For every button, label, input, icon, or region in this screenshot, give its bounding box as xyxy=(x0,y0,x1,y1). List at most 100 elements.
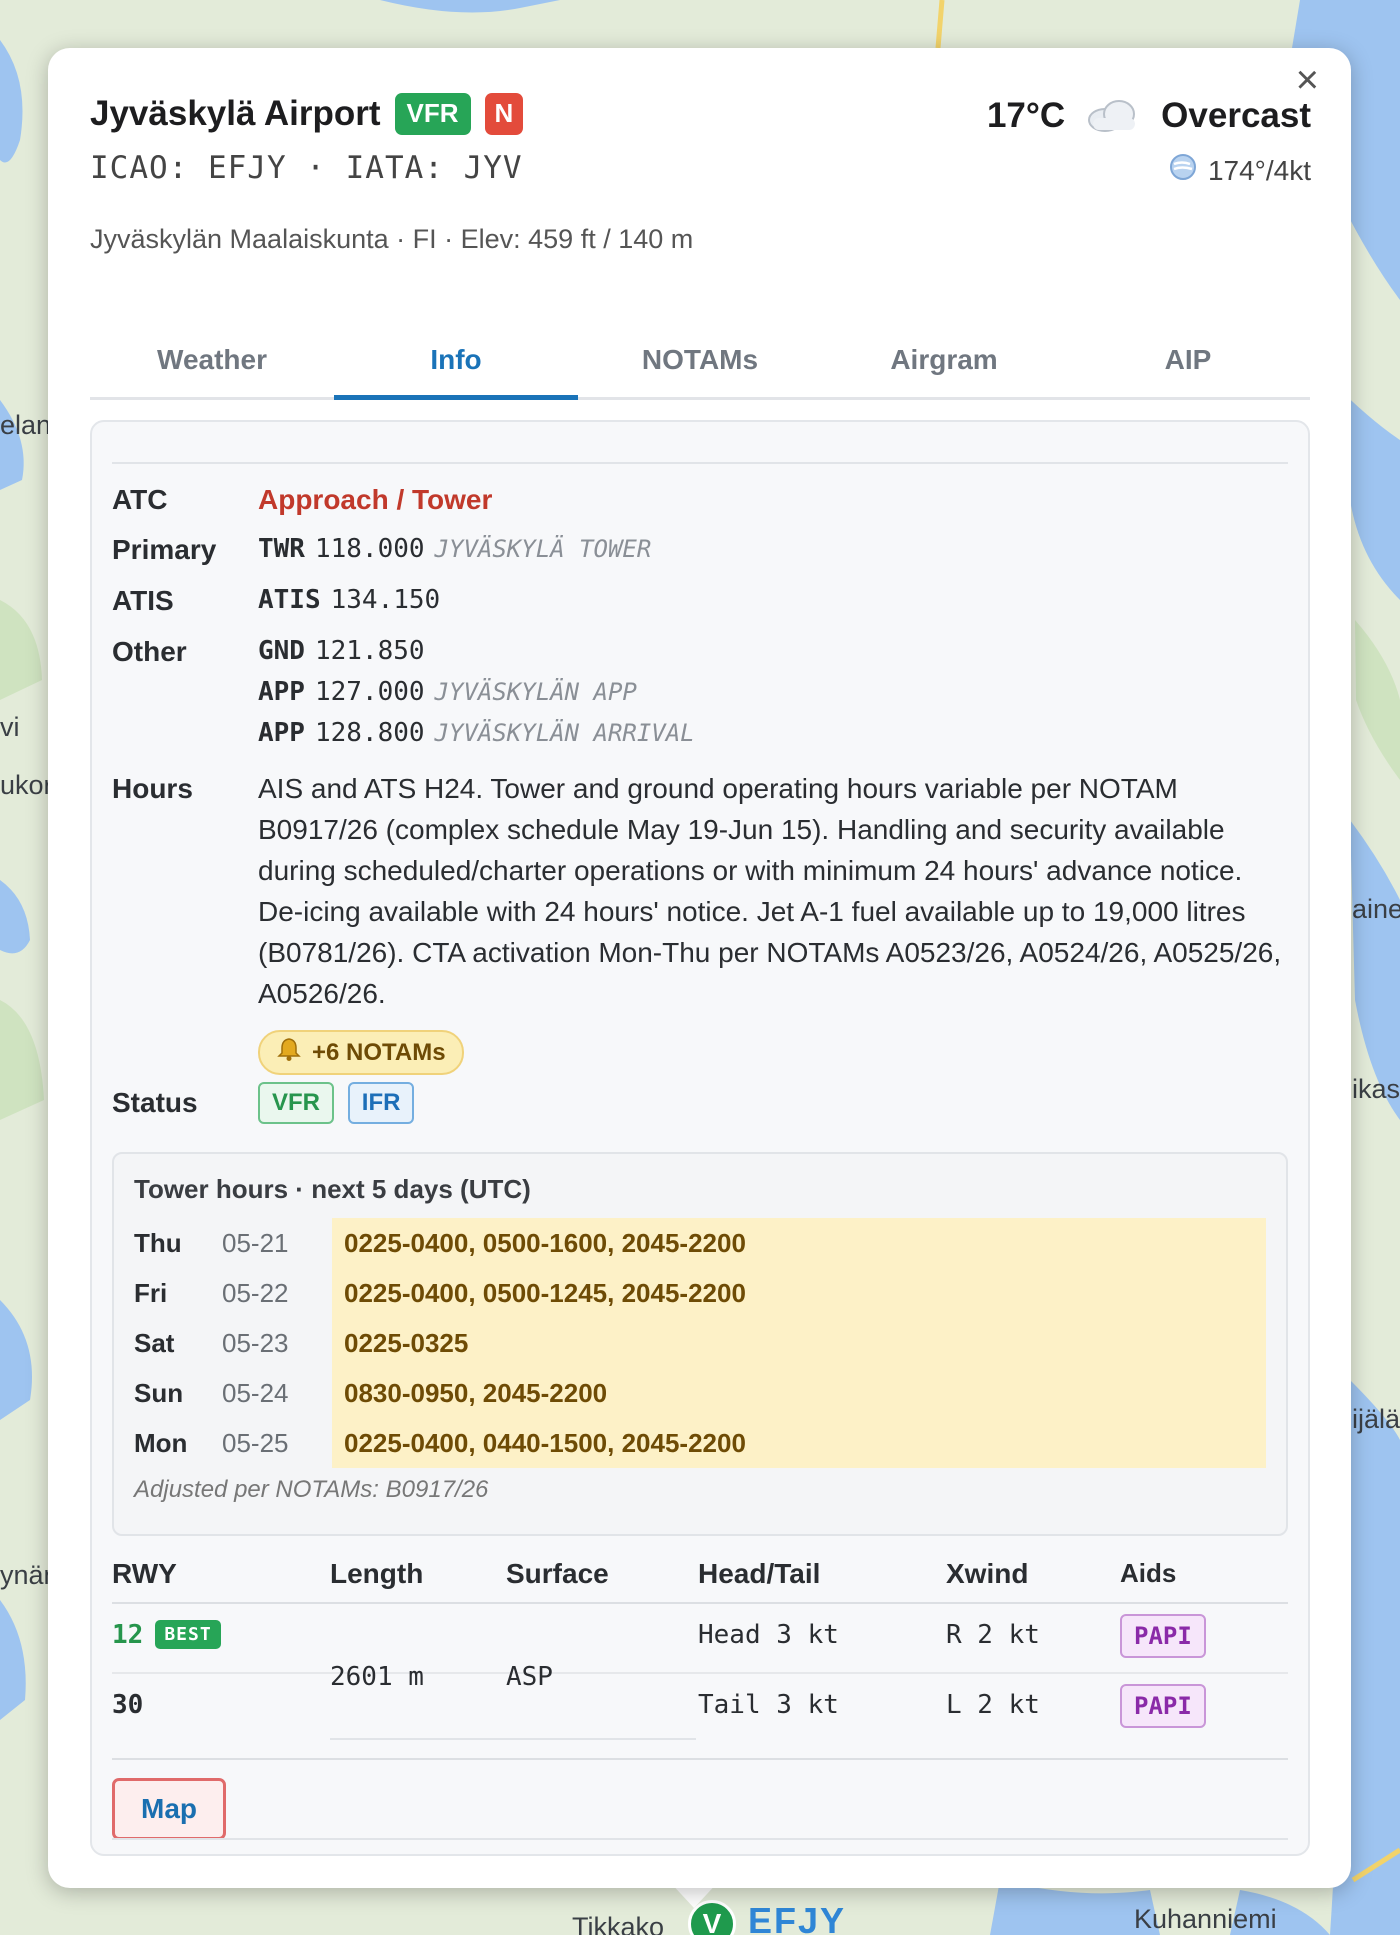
freq-name: JYVÄSKYLÄN APP xyxy=(434,678,637,706)
wind-icon xyxy=(1168,152,1198,189)
day-name: Thu xyxy=(134,1227,182,1258)
atc-value: Approach / Tower xyxy=(258,484,493,515)
day-date: 05-21 xyxy=(222,1227,289,1258)
tab-info[interactable]: Info xyxy=(334,328,578,400)
freq-name: JYVÄSKYLÄN ARRIVAL xyxy=(434,719,695,747)
primary-label: Primary xyxy=(112,534,217,565)
headtail-value: Head 3 kt xyxy=(698,1620,839,1650)
day-date: 05-23 xyxy=(222,1327,289,1358)
tab-aip[interactable]: AIP xyxy=(1066,328,1310,397)
col-xwind: Xwind xyxy=(946,1558,1029,1589)
day-name: Sat xyxy=(134,1327,175,1358)
divider xyxy=(112,1838,1288,1840)
map-place-label: Kuhanniemi xyxy=(1134,1904,1277,1934)
day-name: Mon xyxy=(134,1427,188,1458)
freq-value: 118.000 xyxy=(314,534,425,564)
day-date: 05-24 xyxy=(222,1377,289,1408)
day-date: 05-25 xyxy=(222,1427,289,1458)
day-hours: 0225-0400, 0500-1600, 2045-2200 xyxy=(332,1218,1266,1268)
info-panel[interactable]: ATC Approach / Tower Primary TWR 118.000… xyxy=(90,420,1310,1856)
status-badge-ifr: IFR xyxy=(347,1082,415,1124)
freq-type: ATIS xyxy=(258,585,321,615)
runway-table: RWY Length Surface Head/Tail Xwind Aids … xyxy=(112,1546,1288,1760)
tower-hours-box: Tower hours · next 5 days (UTC) Thu 05-2… xyxy=(112,1152,1288,1536)
col-surface: Surface xyxy=(506,1558,609,1589)
temperature: 17°C xyxy=(986,96,1066,135)
aids-badge: PAPI xyxy=(1120,1684,1206,1728)
frequency-line: APP 128.800 JYVÄSKYLÄN ARRIVAL xyxy=(258,718,1288,759)
frequency-line: ATIS 134.150 xyxy=(258,585,1288,626)
day-hours: 0225-0400, 0440-1500, 2045-2200 xyxy=(332,1418,1266,1468)
runway-number: 12 BEST xyxy=(112,1620,221,1650)
aids-badge: PAPI xyxy=(1120,1614,1206,1658)
col-headtail: Head/Tail xyxy=(698,1558,821,1589)
freq-value: 134.150 xyxy=(330,585,441,615)
airport-location: Jyväskylän Maalaiskunta · FI · Elev: 459… xyxy=(90,224,694,254)
runway-table-header: RWY Length Surface Head/Tail Xwind Aids xyxy=(112,1546,1288,1604)
bell-icon xyxy=(276,1036,302,1069)
map-place-label: ijälä xyxy=(1352,1404,1400,1434)
day-date: 05-22 xyxy=(222,1277,289,1308)
map-place-label: aine xyxy=(1352,894,1400,924)
hours-row: Hours AIS and ATS H24. Tower and ground … xyxy=(112,768,1288,1075)
day-name: Sun xyxy=(134,1377,184,1408)
atis-row: ATIS ATIS 134.150 xyxy=(112,585,1288,626)
freq-value: 128.800 xyxy=(314,718,425,748)
col-length: Length xyxy=(330,1558,424,1589)
freq-type: APP xyxy=(258,677,305,707)
table-row: 12 BEST Head 3 kt R 2 kt PAPI xyxy=(112,1604,1288,1674)
divider xyxy=(112,1758,1288,1760)
atc-label: ATC xyxy=(112,484,168,515)
day-name: Fri xyxy=(134,1277,168,1308)
wind-value: 174°/4kt xyxy=(1207,154,1311,186)
other-label: Other xyxy=(112,636,187,667)
day-hours: 0225-0400, 0500-1245, 2045-2200 xyxy=(332,1268,1266,1318)
freq-name: JYVÄSKYLÄ TOWER xyxy=(434,535,652,563)
map-button[interactable]: Map xyxy=(112,1778,226,1840)
frequency-line: TWR 118.000 JYVÄSKYLÄ TOWER xyxy=(258,534,1288,575)
popup-tabs: Weather Info NOTAMs Airgram AIP xyxy=(90,328,1310,400)
map-place-label: elan xyxy=(0,410,52,440)
xwind-value: L 2 kt xyxy=(946,1690,1040,1720)
xwind-value: R 2 kt xyxy=(946,1620,1040,1650)
airport-map-code[interactable]: EFJY xyxy=(748,1900,846,1935)
hours-text: AIS and ATS H24. Tower and ground operat… xyxy=(258,773,1282,1009)
freq-value: 121.850 xyxy=(314,636,425,666)
map-place-label: vi xyxy=(0,712,20,742)
headtail-value: Tail 3 kt xyxy=(698,1690,839,1720)
notam-badge[interactable]: N xyxy=(484,93,524,135)
tower-hours-note: Adjusted per NOTAMs: B0917/26 xyxy=(134,1476,489,1503)
best-badge: BEST xyxy=(155,1620,221,1649)
divider xyxy=(112,462,1288,464)
notams-chip[interactable]: +6 NOTAMs xyxy=(258,1030,464,1075)
tab-weather[interactable]: Weather xyxy=(90,328,334,397)
status-label: Status xyxy=(112,1087,198,1118)
tab-notams[interactable]: NOTAMs xyxy=(578,328,822,397)
table-row: 30 Tail 3 kt L 2 kt PAPI xyxy=(112,1674,1288,1744)
runway-length: 2601 m xyxy=(330,1662,424,1692)
divider xyxy=(330,1738,696,1740)
weather-summary: 17°C Overcast 174°/4kt xyxy=(987,90,1311,189)
tower-day-row: Sun 05-24 0830-0950, 2045-2200 xyxy=(134,1368,1266,1418)
other-row: Other GND 121.850 APP 127.000 JYVÄSKYLÄN… xyxy=(112,636,1288,759)
runway-surface: ASP xyxy=(506,1662,553,1692)
status-badge-vfr: VFR xyxy=(258,1082,334,1124)
tab-airgram[interactable]: Airgram xyxy=(822,328,1066,397)
col-aids: Aids xyxy=(1120,1558,1177,1588)
day-hours: 0225-0325 xyxy=(332,1318,1266,1368)
tower-day-row: Fri 05-22 0225-0400, 0500-1245, 2045-220… xyxy=(134,1268,1266,1318)
tower-day-row: Sat 05-23 0225-0325 xyxy=(134,1318,1266,1368)
atc-row: ATC Approach / Tower xyxy=(112,484,1288,516)
notams-chip-label: +6 NOTAMs xyxy=(312,1038,446,1066)
day-hours: 0830-0950, 2045-2200 xyxy=(332,1368,1266,1418)
frequency-line: GND 121.850 xyxy=(258,636,1288,677)
tower-day-row: Mon 05-25 0225-0400, 0440-1500, 2045-220… xyxy=(134,1418,1266,1468)
freq-type: TWR xyxy=(258,534,305,564)
runway-number: 30 xyxy=(112,1690,144,1720)
weather-condition: Overcast xyxy=(1161,96,1311,135)
airport-popup: × Jyväskylä Airport VFR N ICAO: EFJY · I… xyxy=(48,48,1351,1888)
tower-hours-title: Tower hours · next 5 days (UTC) xyxy=(134,1174,531,1204)
map-place-label: Tikkako xyxy=(572,1912,665,1935)
hours-label: Hours xyxy=(112,773,193,804)
tower-day-row: Thu 05-21 0225-0400, 0500-1600, 2045-220… xyxy=(134,1218,1266,1268)
